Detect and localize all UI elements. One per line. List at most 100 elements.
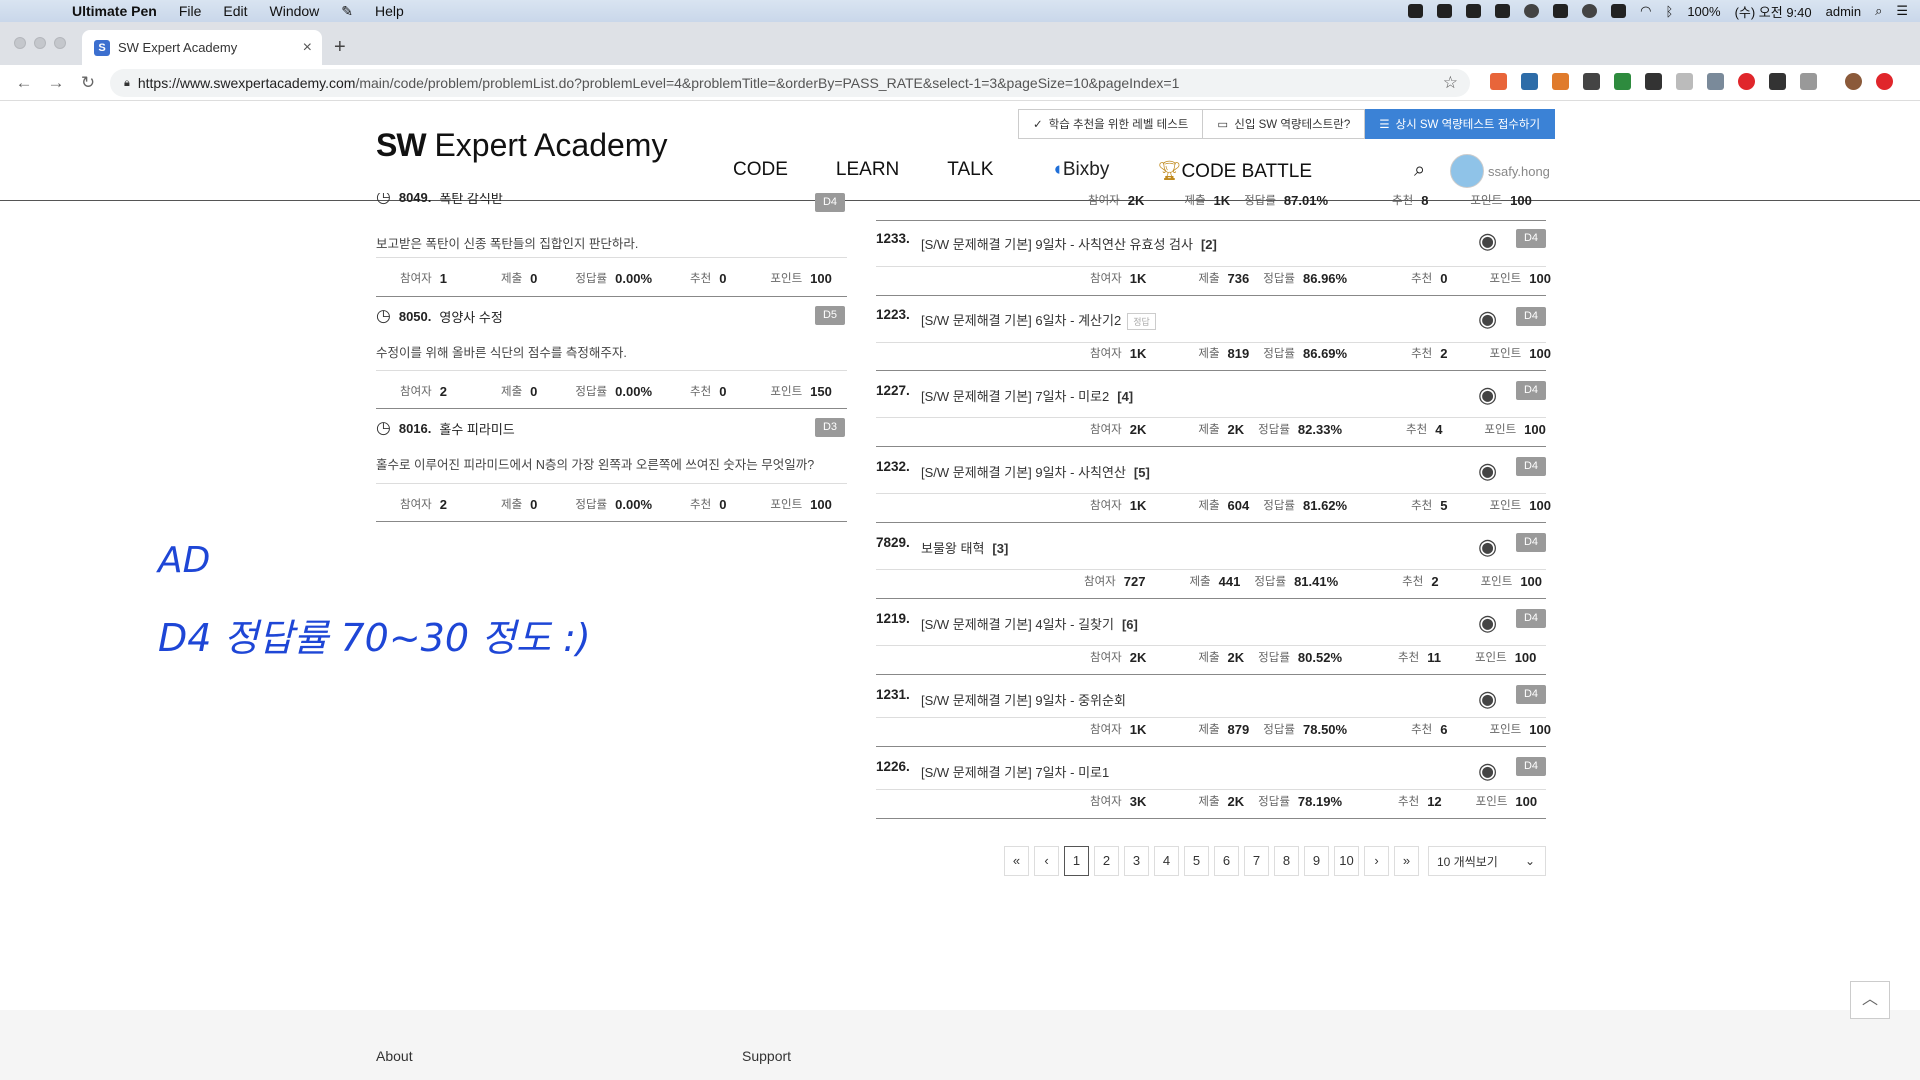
pen-icon[interactable]: ✎ <box>341 3 353 20</box>
reload-button[interactable]: ↻ <box>74 73 102 93</box>
username[interactable]: ssafy.hong <box>1488 164 1550 179</box>
menu-file[interactable]: File <box>179 3 202 19</box>
prev-page-button[interactable]: ‹ <box>1034 846 1059 876</box>
problem-number: 1231. <box>876 687 910 702</box>
sw-test-info-button[interactable]: ▭ 신입 SW 역량테스트란? <box>1203 109 1366 139</box>
problem-title[interactable]: 폭탄 감식반 <box>439 193 502 207</box>
nav-code-battle[interactable]: 🏆︎CODE BATTLE <box>1157 159 1312 183</box>
tray-app-icon[interactable] <box>1495 4 1511 18</box>
site-footer: About Support <box>0 1010 1920 1080</box>
extension-icon[interactable] <box>1707 73 1724 90</box>
avatar[interactable] <box>1450 154 1484 188</box>
page-button[interactable]: 10 <box>1334 846 1359 876</box>
line-icon[interactable] <box>1437 4 1453 18</box>
extension-icon[interactable] <box>1583 73 1600 90</box>
record-icon[interactable] <box>1524 4 1540 18</box>
problem-title-wrap[interactable]: [S/W 문제해결 기본] 7일차 - 미로2 [4] <box>921 386 1133 405</box>
window-close-button[interactable] <box>14 37 26 49</box>
problem-title-wrap[interactable]: [S/W 문제해결 기본] 9일차 - 사칙연산 유효성 검사 [2] <box>921 234 1217 253</box>
extension-icon[interactable] <box>1738 73 1755 90</box>
page-button[interactable]: 2 <box>1094 846 1119 876</box>
problem-title[interactable]: 홀수 피라미드 <box>439 419 514 438</box>
page-button[interactable]: 4 <box>1154 846 1179 876</box>
problem-title-wrap[interactable]: [S/W 문제해결 기본] 9일차 - 중위순회 <box>921 690 1126 709</box>
extension-icon[interactable] <box>1800 73 1817 90</box>
page-button[interactable]: 8 <box>1274 846 1299 876</box>
eye-icon[interactable]: ◉ <box>1478 758 1497 784</box>
eye-icon[interactable]: ◉ <box>1478 686 1497 712</box>
browser-tab[interactable]: S SW Expert Academy × <box>82 30 322 65</box>
level-badge: D4 <box>1516 381 1546 400</box>
footer-about-link[interactable]: About <box>376 1048 413 1064</box>
menu-help[interactable]: Help <box>375 3 404 19</box>
extension-icon[interactable] <box>1645 73 1662 90</box>
level-test-button[interactable]: ✓ 학습 추천을 위한 레벨 테스트 <box>1018 109 1204 139</box>
nav-talk[interactable]: TALK <box>947 159 993 183</box>
page-button[interactable]: 9 <box>1304 846 1329 876</box>
window-zoom-button[interactable] <box>54 37 66 49</box>
problem-title-wrap[interactable]: 보물왕 태혁 [3] <box>921 538 1008 557</box>
tab-close-icon[interactable]: × <box>303 39 312 57</box>
tray-app-icon[interactable] <box>1466 4 1482 18</box>
profile-avatar[interactable] <box>1845 73 1862 90</box>
problem-title[interactable]: 영양사 수정 <box>439 307 502 326</box>
clock[interactable]: (수) 오전 9:40 <box>1735 2 1812 21</box>
problem-title-wrap[interactable]: [S/W 문제해결 기본] 6일차 - 계산기2 정답 <box>921 310 1156 331</box>
problem-title-wrap[interactable]: [S/W 문제해결 기본] 4일차 - 길찾기 [6] <box>921 614 1138 633</box>
site-header: SW Expert Academy ✓ 학습 추천을 위한 레벨 테스트 ▭ 신입 … <box>0 101 1920 201</box>
page-button[interactable]: 7 <box>1244 846 1269 876</box>
new-tab-button[interactable]: + <box>334 36 346 59</box>
eye-icon[interactable]: ◉ <box>1478 228 1497 254</box>
page-button[interactable]: 3 <box>1124 846 1149 876</box>
extension-icon[interactable] <box>1490 73 1507 90</box>
bookmark-star-icon[interactable]: ☆ <box>1443 73 1458 93</box>
problem-card[interactable]: ◷ 8049. 폭탄 감식반 D4 보고받은 폭탄이 신종 폭탄들의 집합인지 … <box>376 193 847 303</box>
tray-app-icon[interactable] <box>1553 4 1569 18</box>
eye-icon[interactable]: ◉ <box>1478 382 1497 408</box>
scroll-to-top-button[interactable]: ︿ <box>1850 981 1890 1019</box>
dropbox-icon[interactable] <box>1408 4 1424 18</box>
wifi-icon[interactable]: ◠ <box>1640 3 1651 19</box>
extension-icon[interactable] <box>1521 73 1538 90</box>
page-button[interactable]: 6 <box>1214 846 1239 876</box>
page-size-select[interactable]: 10 개씩보기 ⌄ <box>1428 846 1546 876</box>
sw-test-apply-button[interactable]: ☰ 상시 SW 역량테스트 접수하기 <box>1365 109 1556 139</box>
menu-window[interactable]: Window <box>270 3 320 19</box>
extension-icon[interactable] <box>1614 73 1631 90</box>
app-name[interactable]: Ultimate Pen <box>72 3 157 19</box>
extension-icon[interactable] <box>1769 73 1786 90</box>
problem-title-wrap[interactable]: [S/W 문제해결 기본] 9일차 - 사칙연산 [5] <box>921 462 1150 481</box>
cloud-icon[interactable] <box>1582 4 1598 18</box>
forward-button[interactable]: → <box>42 73 70 93</box>
control-center-icon[interactable]: ☰ <box>1896 3 1908 19</box>
back-button[interactable]: ← <box>10 73 38 93</box>
problem-title-wrap[interactable]: [S/W 문제해결 기본] 7일차 - 미로1 <box>921 762 1109 781</box>
next-page-button[interactable]: › <box>1364 846 1389 876</box>
tray-app-icon[interactable] <box>1611 4 1627 18</box>
window-minimize-button[interactable] <box>34 37 46 49</box>
search-icon[interactable]: ⌕ <box>1414 159 1425 182</box>
eye-icon[interactable]: ◉ <box>1478 306 1497 332</box>
eye-icon[interactable]: ◉ <box>1478 534 1497 560</box>
eye-icon[interactable]: ◉ <box>1478 610 1497 636</box>
site-logo[interactable]: SW Expert Academy <box>376 127 667 164</box>
nav-learn[interactable]: LEARN <box>836 159 899 183</box>
stat-value: 0 <box>719 496 727 512</box>
address-bar[interactable]: 🔒︎ https://www.swexpertacademy.com /main… <box>110 69 1470 97</box>
extension-icon[interactable] <box>1676 73 1693 90</box>
first-page-button[interactable]: « <box>1004 846 1029 876</box>
eye-icon[interactable]: ◉ <box>1478 458 1497 484</box>
footer-support-link[interactable]: Support <box>742 1048 791 1064</box>
page-button[interactable]: 5 <box>1184 846 1209 876</box>
page-button[interactable]: 1 <box>1064 846 1089 876</box>
update-icon[interactable] <box>1876 73 1893 90</box>
menu-edit[interactable]: Edit <box>223 3 247 19</box>
extension-icon[interactable] <box>1552 73 1569 90</box>
last-page-button[interactable]: » <box>1394 846 1419 876</box>
lock-icon[interactable]: 🔒︎ <box>124 77 130 90</box>
nav-bixby[interactable]: ◖Bixby <box>1051 159 1109 183</box>
nav-code[interactable]: CODE <box>733 159 788 183</box>
user-menu[interactable]: admin <box>1826 4 1861 19</box>
spotlight-icon[interactable]: ⌕ <box>1875 3 1882 19</box>
bluetooth-icon[interactable]: ᛒ <box>1666 4 1674 19</box>
